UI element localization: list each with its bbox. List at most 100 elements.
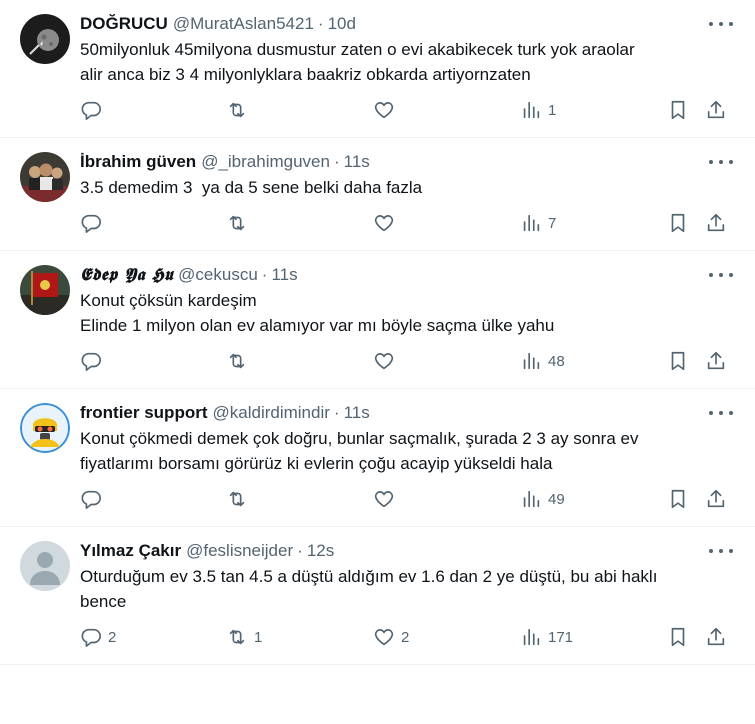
share-icon <box>707 100 725 119</box>
tweet-text-line: Konut çöksün kardeşim <box>80 291 257 310</box>
display-name[interactable]: 𝕰𝖉𝖊𝖕 𝖄𝖆 𝕳𝖚 <box>80 265 173 285</box>
user-handle[interactable]: @feslisneijder <box>186 541 293 561</box>
tweet-text: Oturduğum ev 3.5 tan 4.5 a düştü aldığım… <box>80 564 739 614</box>
tweet-2[interactable]: İbrahim güven @_ibrahimguven · 11s 3.5 d… <box>0 138 755 251</box>
more-options-icon[interactable] <box>709 543 733 559</box>
separator-dot: · <box>297 541 303 560</box>
share-icon <box>707 627 725 646</box>
tweet-text-line: bence <box>80 592 127 611</box>
tweet-actions: 48 <box>80 338 739 388</box>
retweet-button[interactable]: 1 <box>226 626 262 648</box>
retweet-icon <box>229 102 245 118</box>
tweet-4[interactable]: frontier support @kaldirdimindir · 11s K… <box>0 389 755 527</box>
bookmark-icon <box>671 351 685 371</box>
default-user-avatar[interactable] <box>20 541 70 591</box>
tweet-header: 𝕰𝖉𝖊𝖕 𝖄𝖆 𝕳𝖚 @cekuscu · 11s <box>80 263 739 287</box>
timestamp[interactable]: 11s <box>344 152 370 172</box>
bookmark-icon <box>671 100 685 120</box>
timestamp[interactable]: 10d <box>328 14 356 34</box>
retweet-button[interactable] <box>226 212 254 234</box>
display-name[interactable]: Yılmaz Çakır <box>80 541 181 561</box>
like-button[interactable] <box>373 488 401 510</box>
views-button[interactable]: 49 <box>520 488 565 510</box>
more-options-icon[interactable] <box>709 405 733 421</box>
view-count: 7 <box>548 214 557 232</box>
retweet-button[interactable] <box>226 350 254 372</box>
views-button[interactable]: 48 <box>520 350 565 372</box>
share-icon <box>707 489 725 508</box>
bookmark-button[interactable] <box>667 350 689 372</box>
display-name[interactable]: frontier support <box>80 403 208 423</box>
views-icon <box>523 490 540 508</box>
tweet-actions: 1 <box>80 87 739 137</box>
views-icon <box>523 352 540 370</box>
share-icon <box>707 351 725 370</box>
reply-button[interactable] <box>80 99 108 121</box>
reply-button[interactable] <box>80 488 108 510</box>
share-button[interactable] <box>705 212 727 234</box>
timestamp[interactable]: 12s <box>307 541 334 561</box>
more-options-icon[interactable] <box>709 267 733 283</box>
tweet-text: Konut çöksün kardeşim Elinde 1 milyon ola… <box>80 288 739 338</box>
tweet-text: 50milyonluk 45milyona dusmustur zaten o … <box>80 37 739 87</box>
view-count: 1 <box>548 101 557 119</box>
user-handle[interactable]: @_ibrahimguven <box>201 152 330 172</box>
tweet-actions: 7 <box>80 200 739 250</box>
share-button[interactable] <box>705 626 727 648</box>
user-handle[interactable]: @kaldirdimindir <box>213 403 330 423</box>
bookmark-icon <box>671 213 685 233</box>
user-handle[interactable]: @MuratAslan5421 <box>173 14 314 34</box>
red-flag-avatar[interactable] <box>20 265 70 315</box>
views-icon <box>523 214 540 232</box>
bookmark-button[interactable] <box>667 488 689 510</box>
moon-rocket-avatar[interactable] <box>20 14 70 64</box>
display-name[interactable]: DOĞRUCU <box>80 14 168 34</box>
reply-button[interactable]: 2 <box>80 626 116 648</box>
tweet-text: 3.5 demedim 3 ya da 5 sene belki daha fa… <box>80 175 739 200</box>
tweet-5[interactable]: Yılmaz Çakır @feslisneijder · 12s Oturdu… <box>0 527 755 665</box>
more-options-icon[interactable] <box>709 16 733 32</box>
reply-button[interactable] <box>80 350 108 372</box>
heart-icon <box>374 102 394 119</box>
like-button[interactable]: 2 <box>373 626 409 648</box>
retweet-icon <box>229 491 245 507</box>
reply-button[interactable] <box>80 212 108 234</box>
share-button[interactable] <box>705 99 727 121</box>
reply-icon <box>81 628 101 647</box>
gasmask-avatar[interactable] <box>20 403 70 453</box>
tweet-text-line: alir anca biz 3 4 milyonlyklara baakriz … <box>80 65 531 84</box>
heart-icon <box>374 215 394 232</box>
tweet-text-line: 3.5 demedim 3 ya da 5 sene belki daha fa… <box>80 178 423 197</box>
share-button[interactable] <box>705 488 727 510</box>
share-button[interactable] <box>705 350 727 372</box>
tweet-header: frontier support @kaldirdimindir · 11s <box>80 401 739 425</box>
timestamp[interactable]: 11s <box>271 265 297 285</box>
reply-icon <box>81 214 101 233</box>
tweet-header: İbrahim güven @_ibrahimguven · 11s <box>80 150 739 174</box>
timestamp[interactable]: 11s <box>344 403 370 423</box>
separator-dot: · <box>317 14 324 33</box>
bookmark-icon <box>671 627 685 647</box>
retweet-button[interactable] <box>226 488 254 510</box>
view-count: 49 <box>548 490 565 508</box>
more-options-icon[interactable] <box>709 154 733 170</box>
views-button[interactable]: 171 <box>520 626 573 648</box>
tweet-actions: 2 1 2 171 <box>80 614 739 664</box>
views-button[interactable]: 1 <box>520 99 556 121</box>
like-button[interactable] <box>373 99 401 121</box>
tweet-1[interactable]: DOĞRUCU @MuratAslan5421 · 10d 50milyonlu… <box>0 0 755 138</box>
view-count: 48 <box>548 352 565 370</box>
user-handle[interactable]: @cekuscu <box>178 265 258 285</box>
tweet-3[interactable]: 𝕰𝖉𝖊𝖕 𝖄𝖆 𝕳𝖚 @cekuscu · 11s Konut çöksün k… <box>0 251 755 389</box>
like-button[interactable] <box>373 350 401 372</box>
bookmark-button[interactable] <box>667 99 689 121</box>
display-name[interactable]: İbrahim güven <box>80 152 196 172</box>
views-button[interactable]: 7 <box>520 212 556 234</box>
like-button[interactable] <box>373 212 401 234</box>
bookmark-button[interactable] <box>667 626 689 648</box>
retweet-icon <box>229 629 245 645</box>
group-photo-avatar[interactable] <box>20 152 70 202</box>
retweet-button[interactable] <box>226 99 254 121</box>
bookmark-button[interactable] <box>667 212 689 234</box>
tweet-text-line: Konut çökmedi demek çok doğru, bunlar sa… <box>80 429 639 448</box>
